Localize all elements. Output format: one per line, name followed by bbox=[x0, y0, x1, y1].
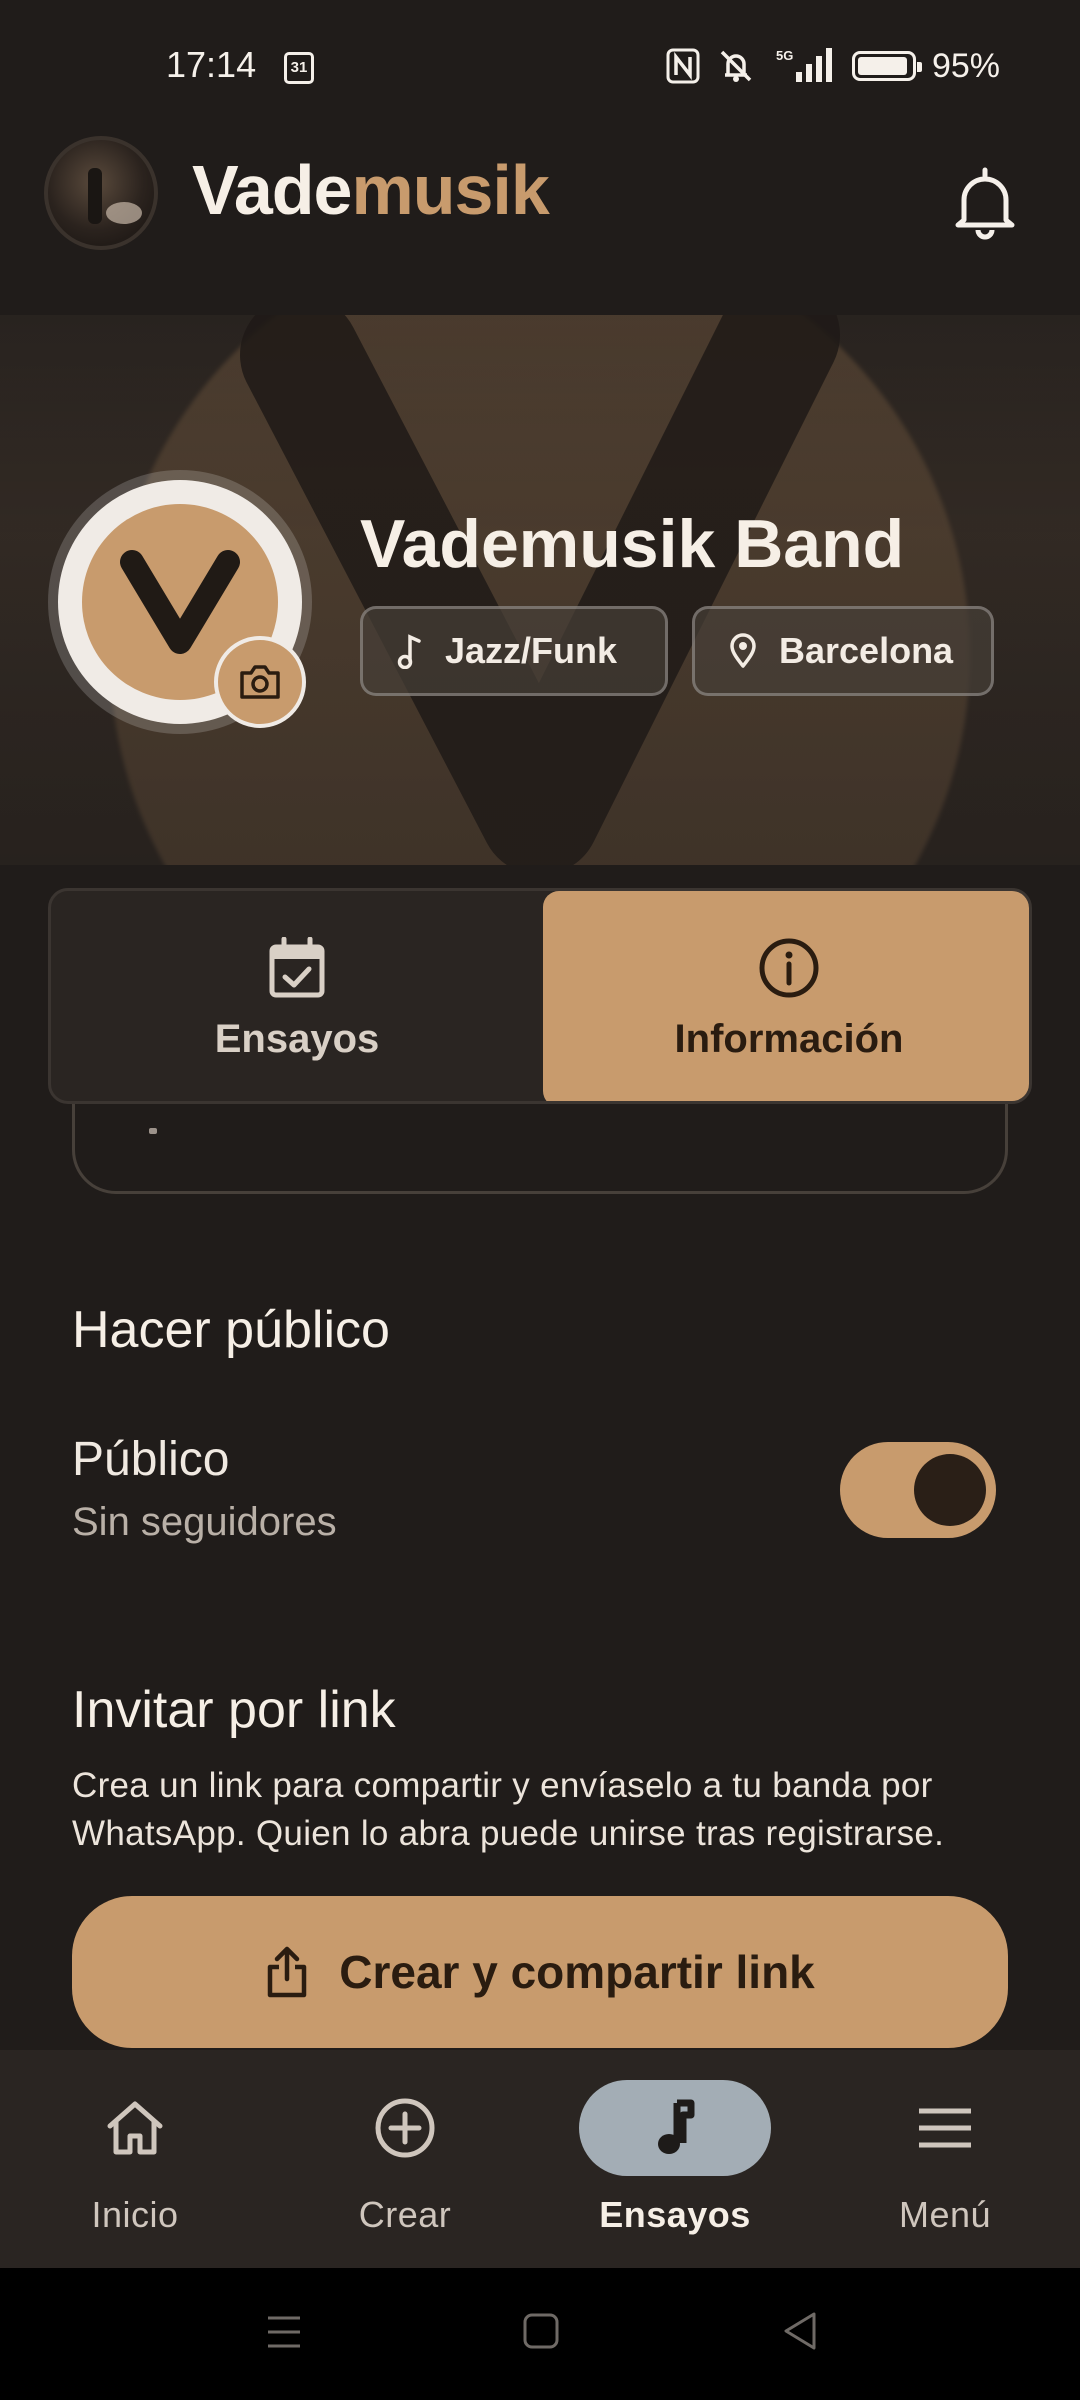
public-toggle-label: Público bbox=[72, 1433, 230, 1486]
band-logo-v bbox=[120, 550, 240, 654]
system-navigation-bar bbox=[0, 2268, 1080, 2400]
tab-ensayos-label: Ensayos bbox=[214, 1016, 380, 1061]
nav-menu[interactable]: Menú bbox=[810, 2050, 1080, 2268]
battery-icon bbox=[851, 51, 922, 81]
status-time: 17:14 bbox=[166, 44, 257, 85]
invite-section-title: Invitar por link bbox=[72, 1681, 396, 1739]
band-name: Vademusik Band bbox=[360, 506, 905, 582]
info-circle-icon bbox=[759, 938, 819, 997]
nav-ensayos[interactable]: Ensayos bbox=[540, 2050, 810, 2268]
tab-ensayos[interactable]: Ensayos bbox=[51, 891, 543, 1101]
change-photo-button[interactable] bbox=[214, 636, 306, 728]
create-share-link-button[interactable]: Crear y compartir link bbox=[72, 1896, 1008, 2048]
nav-ensayos-label: Ensayos bbox=[599, 2194, 751, 2235]
home-icon bbox=[107, 2101, 163, 2155]
share-button-label: Crear y compartir link bbox=[339, 1946, 815, 1998]
share-icon bbox=[267, 1946, 307, 1998]
brand-part2: musik bbox=[351, 151, 549, 229]
tab-informacion[interactable]: Información bbox=[543, 891, 1029, 1101]
menu-icon bbox=[919, 2108, 971, 2148]
user-avatar[interactable] bbox=[44, 136, 158, 250]
genre-chip[interactable]: Jazz/Funk bbox=[360, 606, 668, 696]
nfc-icon bbox=[666, 48, 700, 84]
scrolled-field[interactable] bbox=[72, 1104, 1008, 1194]
signal-5g-icon: 5G bbox=[776, 48, 832, 82]
camera-icon bbox=[240, 665, 280, 699]
status-bar: 17:14 31 5G 95% bbox=[0, 0, 1080, 120]
app-brand: Vademusik bbox=[192, 150, 550, 230]
invite-description: Crea un link para compartir y envíaselo … bbox=[72, 1766, 945, 1853]
app-bar: Vademusik bbox=[0, 120, 1080, 315]
nav-crear-label: Crear bbox=[358, 2194, 452, 2235]
recents-icon[interactable] bbox=[264, 2312, 304, 2352]
public-section-title: Hacer público bbox=[72, 1301, 390, 1359]
mute-bell-icon bbox=[720, 50, 752, 82]
band-tabs: Ensayos Información bbox=[48, 888, 1032, 1104]
followers-count: Sin seguidores bbox=[72, 1500, 337, 1544]
location-pin-icon bbox=[730, 633, 756, 668]
public-toggle[interactable] bbox=[840, 1442, 996, 1538]
music-note-icon bbox=[658, 2099, 695, 2154]
notification-bell-icon[interactable] bbox=[950, 162, 1020, 242]
city-label: Barcelona bbox=[779, 630, 954, 671]
battery-percent: 95% bbox=[931, 46, 1000, 85]
brand-part1: Vade bbox=[192, 151, 352, 229]
calendar-check-icon bbox=[269, 936, 325, 997]
bottom-navigation: Inicio Crear Ensayos Menú bbox=[0, 2050, 1080, 2268]
add-circle-icon bbox=[375, 2098, 435, 2158]
tab-informacion-label: Información bbox=[674, 1016, 904, 1061]
home-system-icon[interactable] bbox=[522, 2312, 560, 2350]
genre-label: Jazz/Funk bbox=[445, 630, 618, 671]
nav-inicio[interactable]: Inicio bbox=[0, 2050, 270, 2268]
nav-inicio-label: Inicio bbox=[91, 2194, 179, 2235]
calendar-notification-icon: 31 bbox=[284, 52, 314, 84]
status-icons: 5G 95% bbox=[666, 44, 1000, 88]
music-note-icon bbox=[397, 634, 421, 669]
city-chip[interactable]: Barcelona bbox=[692, 606, 994, 696]
back-icon[interactable] bbox=[780, 2310, 820, 2352]
svg-text:5G: 5G bbox=[776, 48, 793, 63]
nav-menu-label: Menú bbox=[898, 2194, 992, 2235]
nav-crear[interactable]: Crear bbox=[270, 2050, 540, 2268]
